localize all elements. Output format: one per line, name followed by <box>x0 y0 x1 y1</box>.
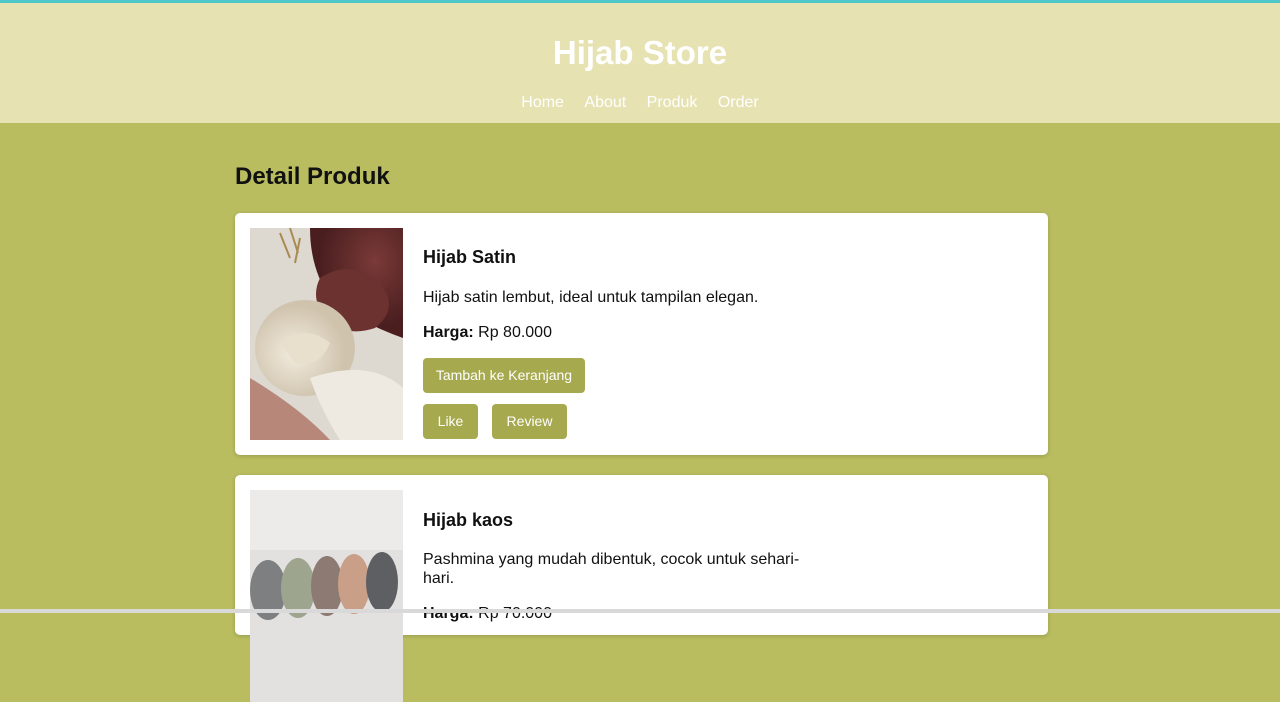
nav-about[interactable]: About <box>584 94 626 112</box>
product-price: Harga: Rp 70.000 <box>423 605 552 623</box>
main-nav: Home About Produk Order <box>0 94 1280 112</box>
nav-home[interactable]: Home <box>521 94 564 112</box>
add-to-cart-button[interactable]: Tambah ke Keranjang <box>423 358 585 393</box>
nav-order[interactable]: Order <box>718 94 759 112</box>
product-image-hijab-kaos <box>250 490 403 702</box>
product-name: Hijab Satin <box>423 247 517 267</box>
like-button[interactable]: Like <box>423 404 478 439</box>
price-value: Rp 70.000 <box>478 605 552 622</box>
price-label: Harga: <box>423 324 474 341</box>
product-image-hijab-satin <box>250 228 403 440</box>
product-card: Hijab Satin Hijab satin lembut, ideal un… <box>235 213 1048 455</box>
site-title: Hijab Store <box>552 34 728 71</box>
review-button[interactable]: Review <box>492 404 567 439</box>
price-value: Rp 80.000 <box>478 324 552 341</box>
site-header: Hijab Store Home About Produk Order <box>0 3 1280 123</box>
section-title: Detail Produk <box>235 163 390 190</box>
nav-produk[interactable]: Produk <box>647 94 698 112</box>
product-description: Hijab satin lembut, ideal untuk tampilan… <box>423 289 759 306</box>
product-name: Hijab kaos <box>423 510 514 530</box>
product-price: Harga: Rp 80.000 <box>423 324 552 342</box>
price-label: Harga: <box>423 605 474 622</box>
product-description: Pashmina yang mudah dibentuk, cocok untu… <box>423 551 800 587</box>
window-bottom-edge <box>0 609 1280 613</box>
